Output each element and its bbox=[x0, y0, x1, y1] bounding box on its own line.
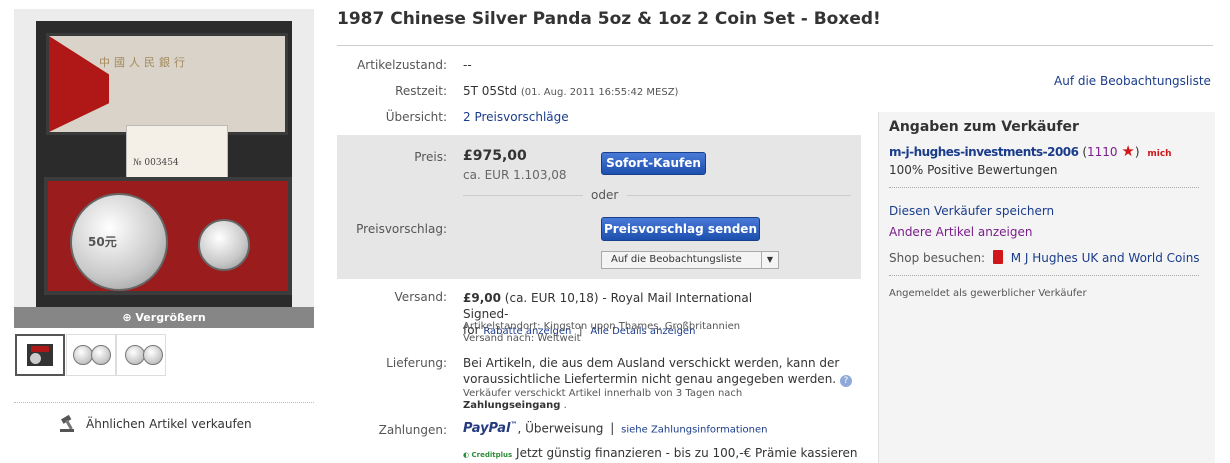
feedback-score-link[interactable]: 1110 bbox=[1087, 145, 1118, 159]
thumbnail-coins-image bbox=[73, 345, 111, 365]
end-date: (01. Aug. 2011 16:55:42 MESZ) bbox=[520, 87, 679, 98]
delivery-text-2: voraussichtliche Liefertermin nicht gena… bbox=[463, 372, 852, 387]
shipping-label: Versand: bbox=[394, 290, 447, 304]
panda-coin-1oz bbox=[198, 219, 250, 271]
delivery-text-2-content: voraussichtliche Liefertermin nicht gena… bbox=[463, 372, 837, 386]
main-item-photo[interactable]: 中國人民銀行 № 003454 50元 bbox=[14, 9, 314, 307]
condition-value: -- bbox=[463, 58, 472, 72]
time-left: 5T 05Std bbox=[463, 84, 517, 98]
positive-feedback: 100% Positive Bewertungen bbox=[889, 163, 1058, 177]
seller-heading: Angaben zum Verkäufer bbox=[889, 119, 1079, 135]
lid-inscription: 中國人民銀行 bbox=[99, 56, 189, 69]
overview-label: Übersicht: bbox=[385, 110, 447, 124]
save-seller-link[interactable]: Diesen Verkäufer speichern bbox=[889, 204, 1054, 218]
or-divider-right bbox=[627, 195, 851, 196]
sell-similar-label: Ähnlichen Artikel verkaufen bbox=[86, 417, 252, 431]
thumbnail-1[interactable] bbox=[15, 334, 65, 376]
make-offer-button[interactable]: Preisvorschlag senden bbox=[601, 217, 760, 241]
paypal-logo: PayPal™ bbox=[463, 421, 518, 437]
me-badge[interactable]: mich bbox=[1147, 149, 1171, 159]
dispatch-note-end: . bbox=[563, 400, 567, 411]
seller-divider-2 bbox=[889, 275, 1199, 276]
seller-name-link[interactable]: m-j-hughes-investments-2006 bbox=[889, 145, 1079, 159]
thumbnail-2[interactable] bbox=[66, 334, 116, 376]
bank-transfer: , Überweisung bbox=[517, 421, 604, 436]
creditplus-logo: ◐ Creditplus bbox=[463, 451, 513, 459]
thumbnail-box-image bbox=[27, 344, 53, 366]
add-to-watchlist-link[interactable]: Auf die Beobachtungsliste bbox=[1054, 74, 1211, 88]
seller-divider-1 bbox=[889, 187, 1199, 188]
thumbnail-3[interactable] bbox=[116, 334, 166, 376]
shop-row: Shop besuchen: M J Hughes UK and World C… bbox=[889, 250, 1200, 265]
panda-coin-5oz: 50元 bbox=[70, 193, 168, 291]
feedback-star-icon: ★ bbox=[1121, 142, 1135, 160]
condition-label: Artikelzustand: bbox=[357, 58, 447, 72]
remaining-label: Restzeit: bbox=[395, 84, 447, 98]
or-text: oder bbox=[591, 188, 619, 202]
watchlist-dropdown-button[interactable]: Auf die Beobachtungsliste ▼ bbox=[601, 251, 779, 269]
financing-text[interactable]: Jetzt günstig finanzieren - bis zu 100,-… bbox=[516, 446, 858, 460]
shipping-cost: £9,00 bbox=[463, 291, 501, 305]
dispatch-note: Verkäufer verschickt Artikel innerhalb v… bbox=[463, 388, 743, 399]
thumbnail-coins-image bbox=[123, 345, 163, 365]
coin-tray: 50元 bbox=[44, 177, 292, 295]
shop-name-link[interactable]: M J Hughes UK and World Coins bbox=[1011, 251, 1200, 265]
business-seller-note: Angemeldet als gewerblicher Verkäufer bbox=[889, 288, 1087, 299]
red-ribbon bbox=[49, 36, 109, 132]
coin-box-image: 中國人民銀行 № 003454 50元 bbox=[36, 21, 292, 307]
delivery-label: Lieferung: bbox=[386, 356, 447, 370]
seller-identity: m-j-hughes-investments-2006 (1110 ★) mic… bbox=[889, 142, 1172, 160]
financing-row: ◐ Creditplus Jetzt günstig finanzieren -… bbox=[463, 446, 858, 460]
item-location: Artikelstandort: Kingston upon Thames, G… bbox=[463, 321, 741, 332]
store-icon bbox=[992, 250, 1003, 264]
box-lid: 中國人民銀行 bbox=[46, 33, 288, 135]
remaining-value: 5T 05Std (01. Aug. 2011 16:55:42 MESZ) bbox=[463, 84, 678, 98]
enlarge-label: Vergrößern bbox=[135, 311, 206, 324]
shipping-text: (ca. EUR 10,18) - Royal Mail Internation… bbox=[463, 291, 753, 321]
buy-now-button[interactable]: Sofort-Kaufen bbox=[601, 152, 706, 175]
watchlist-button-label: Auf die Beobachtungsliste bbox=[611, 254, 742, 265]
sell-similar-link[interactable]: Ähnlichen Artikel verkaufen bbox=[60, 414, 252, 432]
payment-methods: PayPal™, Überweisung | siehe Zahlungsinf… bbox=[463, 421, 767, 436]
payment-info-link[interactable]: siehe Zahlungsinformationen bbox=[621, 424, 767, 435]
seller-info-panel: Angaben zum Verkäufer m-j-hughes-investm… bbox=[878, 112, 1215, 463]
shop-label: Shop besuchen: bbox=[889, 251, 986, 265]
price-label: Preis: bbox=[414, 150, 447, 164]
price-amount: £975,00 bbox=[463, 148, 527, 164]
price-panel: Preis: £975,00 ca. EUR 1.103,08 Sofort-K… bbox=[337, 135, 861, 279]
enlarge-button[interactable]: ⊕ Vergrößern bbox=[14, 307, 314, 328]
other-items-link[interactable]: Andere Artikel anzeigen bbox=[889, 225, 1033, 239]
help-icon[interactable]: ? bbox=[839, 375, 852, 387]
payment-separator: | bbox=[610, 421, 615, 436]
left-divider bbox=[14, 402, 314, 403]
ships-to: Versand nach: Weltweit bbox=[463, 333, 581, 344]
payment-received-link[interactable]: Zahlungseingang bbox=[463, 400, 560, 411]
paren-close: ) bbox=[1134, 145, 1140, 159]
gavel-icon bbox=[60, 414, 74, 432]
payment-label: Zahlungen: bbox=[378, 423, 447, 437]
offers-link[interactable]: 2 Preisvorschläge bbox=[463, 110, 569, 124]
delivery-text-1: Bei Artikeln, die aus dem Ausland versch… bbox=[463, 356, 840, 370]
chevron-down-icon[interactable]: ▼ bbox=[761, 252, 778, 268]
or-divider-left bbox=[463, 195, 583, 196]
price-converted: ca. EUR 1.103,08 bbox=[463, 168, 567, 182]
item-title: 1987 Chinese Silver Panda 5oz & 1oz 2 Co… bbox=[337, 9, 881, 29]
dispatch-note-2: Zahlungseingang . bbox=[463, 400, 567, 411]
certificate-card: № 003454 bbox=[126, 125, 228, 179]
certificate-number: № 003454 bbox=[133, 158, 179, 168]
magnifier-icon: ⊕ bbox=[122, 311, 132, 324]
title-divider bbox=[337, 45, 1213, 46]
offer-label: Preisvorschlag: bbox=[356, 222, 447, 236]
